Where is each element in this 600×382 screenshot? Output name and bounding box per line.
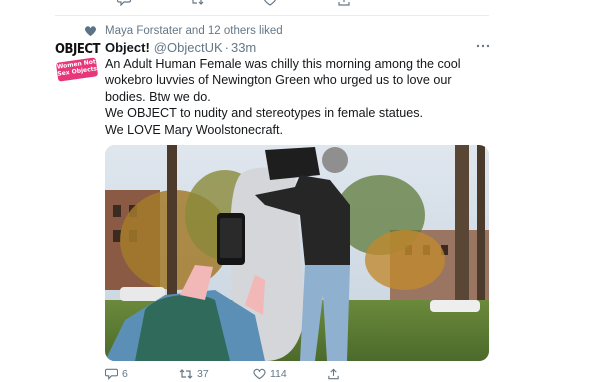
like-button[interactable]: 114 [253, 368, 287, 380]
tweet-divider [55, 15, 489, 16]
share-icon[interactable] [337, 0, 351, 6]
author-name[interactable]: Object! [105, 40, 150, 55]
retweet-icon[interactable] [190, 0, 204, 6]
share-button[interactable] [327, 368, 340, 380]
reply-icon[interactable] [117, 0, 131, 6]
reply-icon [105, 368, 118, 380]
tweet-photo[interactable] [105, 145, 489, 361]
avatar-logo-text: OBJECT [55, 42, 101, 57]
social-context[interactable]: Maya Forstater and 12 others liked [105, 25, 283, 37]
separator: · [224, 40, 229, 55]
tweet-header: Object! @ObjectUK · 33m [105, 40, 256, 55]
previous-tweet-actions [0, 0, 600, 16]
heart-filled-icon [84, 26, 97, 37]
retweet-count: 37 [197, 368, 209, 380]
retweet-button[interactable]: 37 [179, 368, 209, 380]
more-icon[interactable] [476, 44, 490, 48]
reply-button[interactable]: 6 [105, 368, 128, 380]
author-handle[interactable]: @ObjectUK [154, 40, 223, 55]
reply-count: 6 [122, 368, 128, 380]
like-count: 114 [270, 368, 287, 380]
avatar-logo-tagline: Women Not Sex Objects [55, 57, 99, 82]
retweet-icon [179, 369, 193, 379]
share-icon [328, 368, 339, 380]
timestamp[interactable]: 33m [231, 40, 256, 55]
avatar[interactable]: OBJECT Women Not Sex Objects [55, 42, 101, 84]
photo-image [105, 145, 489, 361]
heart-icon[interactable] [263, 0, 277, 6]
heart-icon [253, 368, 266, 380]
tweet-text: An Adult Human Female was chilly this mo… [105, 57, 461, 137]
previous-tweet-action-row [100, 0, 480, 8]
